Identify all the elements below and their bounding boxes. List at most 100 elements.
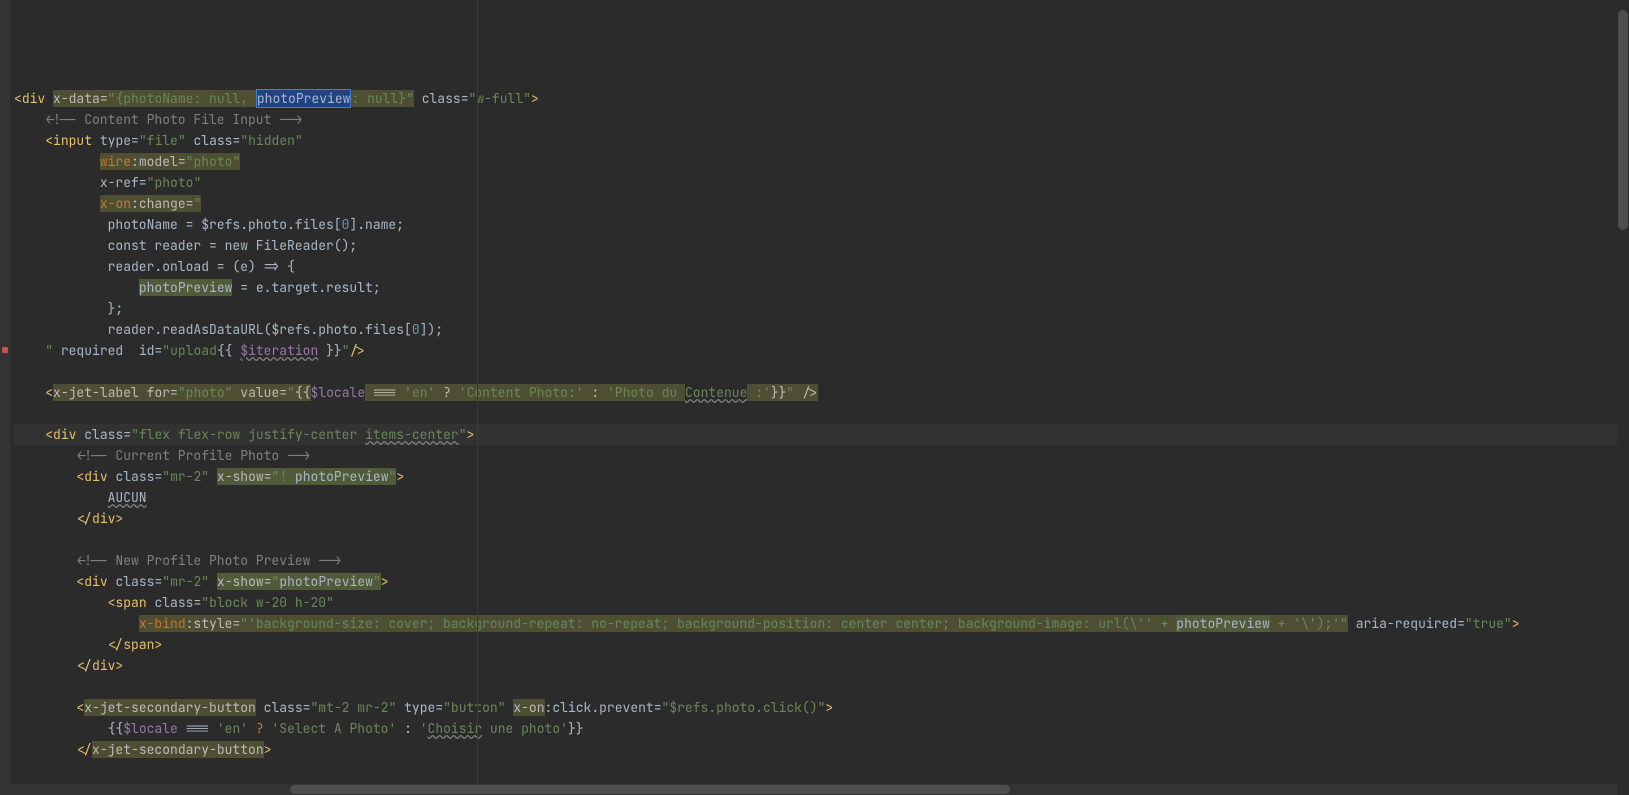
code-token: "mr-2"	[162, 573, 209, 590]
code-token	[14, 384, 45, 401]
code-token: Contenue	[685, 384, 747, 401]
code-token: =	[264, 468, 272, 485]
code-token: div	[53, 426, 76, 443]
code-token: x-jet-label	[53, 384, 139, 401]
code-token: "true"	[1465, 615, 1512, 632]
code-line[interactable]: <div class="mr-2" x-show="photoPreview">	[14, 571, 1629, 592]
code-token: ]);	[420, 321, 443, 338]
code-token: "button"	[443, 699, 505, 716]
code-token: };	[14, 300, 123, 317]
code-token: '	[420, 720, 428, 737]
code-token: {{	[217, 342, 240, 359]
code-line[interactable]: " required id="upload{{ $iteration }}"/>	[14, 340, 1629, 361]
code-line[interactable]: x-on:change="	[14, 193, 1629, 214]
code-token: >	[396, 468, 404, 485]
code-token: x-data	[53, 90, 100, 107]
code-token: }}	[771, 384, 787, 401]
code-token: required	[61, 342, 123, 359]
code-line[interactable]	[14, 529, 1629, 550]
code-token: div	[84, 468, 107, 485]
code-area[interactable]: <div x-data="{photoName: null, photoPrev…	[0, 84, 1629, 795]
code-line[interactable]: <x-jet-label for="photo" value="{{$local…	[14, 382, 1629, 403]
code-token: class	[264, 699, 303, 716]
code-token: />	[350, 342, 366, 359]
code-line[interactable]: {{$locale === 'en' ? 'Select A Photo' : …	[14, 718, 1629, 739]
code-token: 'en'	[217, 720, 248, 737]
code-token: :style	[186, 615, 233, 632]
code-line[interactable]: reader.readAsDataURL($refs.photo.files[0…	[14, 319, 1629, 340]
code-token: :model	[131, 153, 178, 170]
code-line[interactable]	[14, 361, 1629, 382]
code-token: AUCUN	[108, 489, 147, 506]
code-token	[139, 384, 147, 401]
code-line[interactable]: <input type="file" class="hidden"	[14, 130, 1629, 151]
code-token: "	[193, 195, 201, 212]
code-token: "photo"	[178, 384, 233, 401]
code-token	[14, 468, 76, 485]
code-line[interactable]: <!-- New Profile Photo Preview -->	[14, 550, 1629, 571]
code-line[interactable]: <span class="block w-20 h-20"	[14, 592, 1629, 613]
code-line[interactable]: x-ref="photo"	[14, 172, 1629, 193]
vertical-scrollbar-track[interactable]	[1617, 0, 1629, 795]
code-line[interactable]: x-bind:style="'background-size: cover; b…	[14, 613, 1629, 634]
code-line[interactable]: reader.onload = (e) => {	[14, 256, 1629, 277]
code-token	[1348, 615, 1356, 632]
code-token: >	[1512, 615, 1520, 632]
code-token: "photo"	[186, 153, 241, 170]
code-token: reader.onload = (e) => {	[14, 258, 295, 275]
code-token: "flex flex-row justify-center	[131, 426, 365, 443]
code-token: div	[22, 90, 45, 107]
code-token: photoName = $refs.photo.files[	[14, 216, 342, 233]
code-line[interactable]	[14, 403, 1629, 424]
code-token: x-jet-secondary-button	[92, 741, 264, 758]
code-token: div	[84, 573, 107, 590]
code-line[interactable]: </span>	[14, 634, 1629, 655]
code-token: "'background-size: cover; background-rep…	[240, 615, 1176, 632]
code-line[interactable]	[14, 676, 1629, 697]
code-line[interactable]: <div class="mr-2" x-show="! photoPreview…	[14, 466, 1629, 487]
code-line[interactable]	[14, 760, 1629, 781]
code-token: >	[467, 426, 475, 443]
code-line[interactable]: <x-jet-secondary-button class="mt-2 mr-2…	[14, 697, 1629, 718]
code-token: </	[108, 636, 124, 653]
code-line[interactable]: const reader = new FileReader();	[14, 235, 1629, 256]
code-token: 0	[412, 321, 420, 338]
code-token	[414, 90, 422, 107]
code-line[interactable]: AUCUN	[14, 487, 1629, 508]
code-line[interactable]: photoPreview = e.target.result;	[14, 277, 1629, 298]
code-line[interactable]: </div>	[14, 508, 1629, 529]
code-line[interactable]: photoName = $refs.photo.files[0].name;	[14, 214, 1629, 235]
editor-gutter	[0, 0, 10, 795]
code-token: ===	[365, 384, 404, 401]
gutter-error-marker[interactable]	[0, 340, 10, 361]
code-token	[14, 489, 108, 506]
code-token: "mr-2"	[162, 468, 209, 485]
code-token	[396, 699, 404, 716]
code-token: "file"	[139, 132, 186, 149]
code-token: photoPreview	[295, 468, 389, 485]
code-token	[14, 426, 45, 443]
horizontal-scrollbar-thumb[interactable]	[290, 785, 1010, 794]
code-token: "{photoName: null,	[108, 90, 256, 107]
code-token: :click.prevent	[545, 699, 654, 716]
code-token: "	[287, 384, 295, 401]
code-line[interactable]: <!-- Content Photo File Input -->	[14, 109, 1629, 130]
code-token: const reader = new FileReader();	[14, 237, 357, 254]
code-line[interactable]: wire:model="photo"	[14, 151, 1629, 172]
code-line[interactable]: <div class="flex flex-row justify-center…	[14, 424, 1629, 445]
code-editor[interactable]: <div x-data="{photoName: null, photoPrev…	[0, 0, 1629, 795]
code-token: x-on	[100, 195, 131, 212]
code-line[interactable]: <!-- Current Profile Photo -->	[14, 445, 1629, 466]
code-token	[14, 342, 45, 359]
code-token	[45, 90, 53, 107]
code-token: />	[794, 384, 817, 401]
code-token: >	[264, 741, 272, 758]
code-token: class	[154, 594, 193, 611]
code-line[interactable]: </div>	[14, 655, 1629, 676]
horizontal-scrollbar-track[interactable]	[0, 784, 1617, 795]
code-token: =	[1457, 615, 1465, 632]
code-line[interactable]: };	[14, 298, 1629, 319]
code-line[interactable]: <div x-data="{photoName: null, photoPrev…	[14, 88, 1629, 109]
vertical-scrollbar-thumb[interactable]	[1618, 10, 1628, 230]
code-line[interactable]: </x-jet-secondary-button>	[14, 739, 1629, 760]
